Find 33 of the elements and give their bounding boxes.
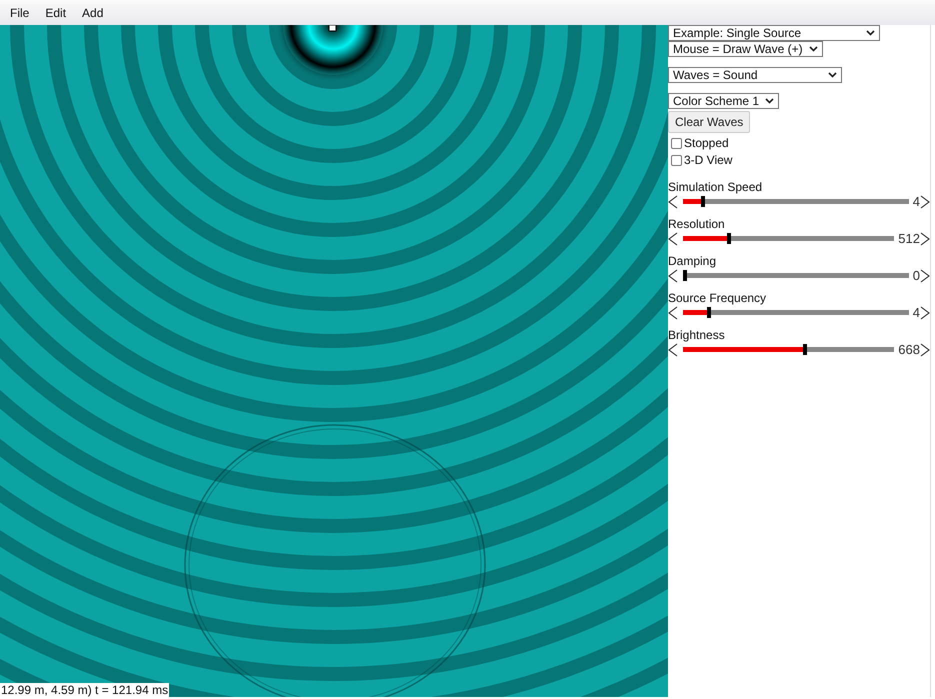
checkbox[interactable] <box>671 154 682 166</box>
dropdown[interactable]: Color Scheme 1 <box>668 93 780 109</box>
menu-item[interactable]: File <box>4 6 40 20</box>
slider-label: Simulation Speed <box>668 181 764 194</box>
slider-value: 0 <box>912 268 920 283</box>
slider-label: Damping <box>668 255 718 268</box>
slider-thumb[interactable] <box>707 307 712 318</box>
dropdown[interactable]: Example: Single Source <box>668 25 880 41</box>
menu-item[interactable]: Add <box>76 6 114 20</box>
checkbox[interactable] <box>671 138 682 148</box>
checkbox-label: Stopped <box>684 136 729 150</box>
slider-label: Brightness <box>668 329 726 342</box>
slider-thumb[interactable] <box>803 344 808 355</box>
menu-item[interactable]: Edit <box>39 6 76 20</box>
caret-icon <box>765 98 774 104</box>
dropdown[interactable]: Mouse = Draw Wave (+) <box>668 41 823 57</box>
slider-value: 668 <box>898 342 920 357</box>
slider-thumb[interactable] <box>726 233 731 244</box>
caret-icon <box>866 30 875 36</box>
slider-label: Source Frequency <box>668 292 768 305</box>
caret-icon <box>828 72 837 78</box>
caret-icon <box>808 46 818 52</box>
checkbox-label: 3-D View <box>684 153 732 167</box>
slider-value: 4 <box>912 194 920 209</box>
dropdown[interactable]: Waves = Sound <box>668 67 842 83</box>
slider-thumb[interactable] <box>700 196 705 207</box>
slider-label: Resolution <box>668 218 726 231</box>
clear-waves-button[interactable]: Clear Waves <box>668 111 750 133</box>
status-text: 12.99 m, 4.59 m) t = 121.94 ms <box>0 683 170 697</box>
slider-value: 4 <box>912 305 920 320</box>
slider-thumb[interactable] <box>683 270 687 281</box>
slider-value: 512 <box>898 231 920 246</box>
slider-track[interactable] <box>683 270 909 281</box>
